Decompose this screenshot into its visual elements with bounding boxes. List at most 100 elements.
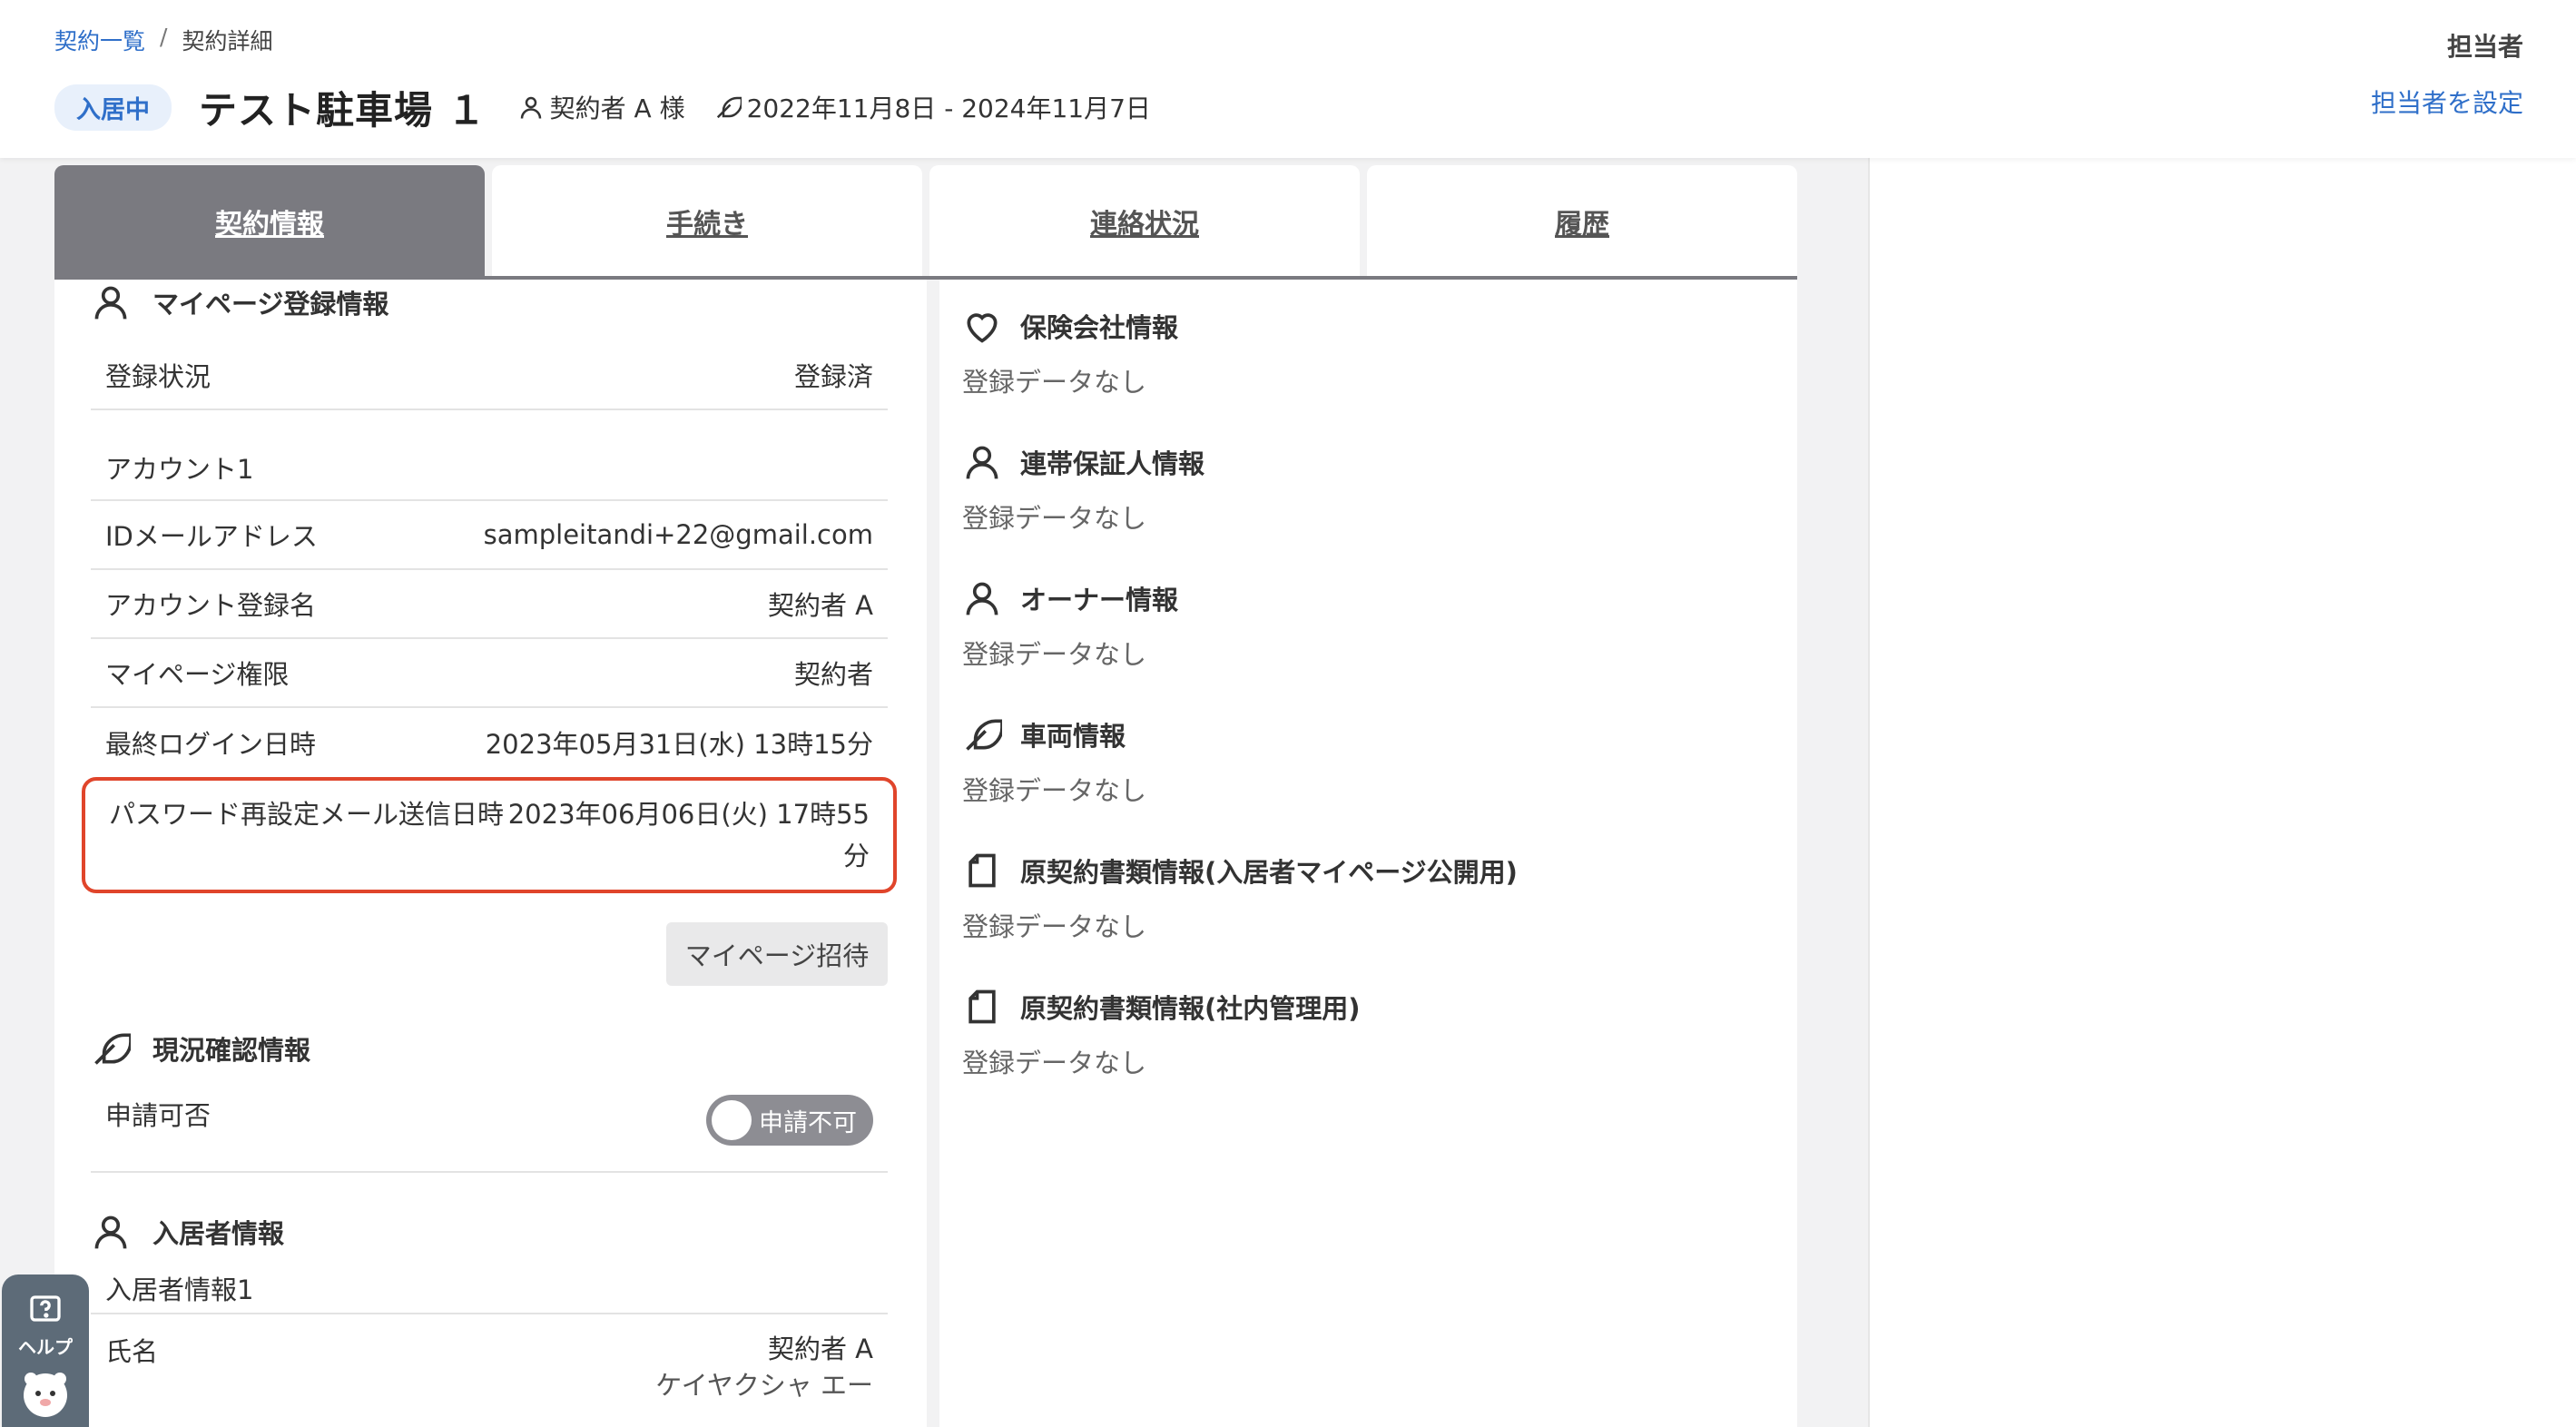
heart-icon [967,313,998,343]
help-widget[interactable]: ヘルプ [2,1274,89,1427]
empty-text: 登録データなし [962,1048,1147,1078]
resident-name-value: 契約者 A [767,1334,873,1364]
guarantor-title: 連帯保証人情報 [1020,448,1205,479]
contract-period: 2022年11月8日 - 2024年11月7日 [746,93,1151,123]
last-login-value: 2023年05月31日(水) 13時15分 [485,729,873,760]
guarantor-section-header: 連帯保証人情報 [962,439,1761,485]
tab-contract-info[interactable]: 契約情報 [54,165,485,278]
status-check-section-header: 現況確認情報 [91,1026,888,1071]
permission-label: マイページ権限 [105,659,290,690]
resident-name-label: 氏名 [105,1336,159,1367]
side-panel [1868,158,2576,1427]
owner-title: オーナー情報 [1020,585,1179,615]
insurance-section: 保険会社情報 登録データなし [962,303,1761,399]
resident-name-row: 氏名 契約者 A ケイヤクシャ エー [91,1314,888,1401]
guarantor-section: 連帯保証人情報 登録データなし [962,439,1761,536]
page-title: テスト駐車場 １ [199,87,487,133]
breadcrumb-current: 契約詳細 [182,28,273,54]
contractor-name: 契約者 A 様 [549,93,685,123]
empty-text: 登録データなし [962,503,1147,534]
resident-subheading: 入居者情報1 [91,1255,888,1314]
mypage-section-title: マイページ登録情報 [152,289,389,320]
document-icon [968,853,996,888]
vehicle-section: 車両情報 登録データなし [962,712,1761,808]
resident-section-title: 入居者情報 [152,1218,285,1249]
account-heading: アカウント1 [91,410,888,501]
status-badge: 入居中 [54,84,172,131]
mypage-invite-button[interactable]: マイページ招待 [666,922,888,986]
email-value: sampleitandi+22@gmail.com [483,519,873,550]
title-row: 入居中 テスト駐車場 １ 契約者 A 様 2022年11月8日 - 2024年1… [54,80,1180,134]
left-column: マイページ登録情報 登録状況 登録済 アカウント1 IDメールアドレス samp… [82,280,897,1401]
empty-text: 登録データなし [962,639,1147,670]
original-docs-public-section: 原契約書類情報(入居者マイページ公開用) 登録データなし [962,848,1761,944]
password-reset-value: 2023年06月06日(火) 17時55分 [507,799,870,871]
person-icon [520,96,541,119]
insurance-title: 保険会社情報 [1020,312,1179,343]
feather-icon [94,1033,131,1065]
original-docs-public-header: 原契約書類情報(入居者マイページ公開用) [962,848,1761,893]
person-icon [94,286,127,320]
account-name-value: 契約者 A [767,590,873,621]
toggle-knob [712,1100,752,1140]
table-row: アカウント登録名 契約者 A [91,570,888,639]
owner-section-header: オーナー情報 [962,576,1761,621]
password-reset-row: パスワード再設定メール送信日時 2023年06月06日(火) 17時55分 [82,777,897,893]
original-docs-public-title: 原契約書類情報(入居者マイページ公開用) [1020,857,1518,888]
empty-text: 登録データなし [962,911,1147,942]
vehicle-section-header: 車両情報 [962,712,1761,757]
toggle-label: 申請不可 [759,1108,857,1137]
person-icon [966,582,998,615]
feather-icon [716,96,742,119]
original-docs-internal-section: 原契約書類情報(社内管理用) 登録データなし [962,984,1761,1080]
empty-text: 登録データなし [962,367,1147,398]
account-name-label: アカウント登録名 [105,590,317,621]
right-column: 保険会社情報 登録データなし 連帯保証人情報 登録データなし オーナー情報 登録… [962,280,1761,1080]
tab-bar: 契約情報 手続き 連絡状況 履歴 [54,165,1797,278]
feather-icon [966,719,1002,751]
vehicle-title: 車両情報 [1020,721,1126,752]
contractor-meta: 契約者 A 様 [517,89,685,125]
tab-procedures[interactable]: 手続き [492,165,922,278]
person-icon [966,446,998,479]
apply-availability-toggle[interactable]: 申請不可 [706,1095,873,1146]
tab-content: マイページ登録情報 登録状況 登録済 アカウント1 IDメールアドレス samp… [54,280,1797,1427]
mypage-section-header: マイページ登録情報 [91,280,888,325]
help-label: ヘルプ [18,1336,73,1358]
empty-text: 登録データなし [962,775,1147,806]
resident-kana-value: ケイヤクシャ エー [655,1370,873,1401]
apply-availability-row: 申請可否 申請不可 [91,1082,888,1173]
registration-status-value: 登録済 [793,361,873,392]
question-icon [30,1295,61,1322]
document-icon [968,989,996,1024]
breadcrumb: 契約一覧 / 契約詳細 [54,24,272,56]
apply-availability-label: 申請可否 [105,1100,211,1131]
person-icon [94,1215,127,1249]
registration-status-row: 登録状況 登録済 [91,341,888,410]
breadcrumb-separator: / [160,24,168,50]
period-meta: 2022年11月8日 - 2024年11月7日 [714,89,1151,125]
page-header: 契約一覧 / 契約詳細 入居中 テスト駐車場 １ 契約者 A 様 2022年11… [0,0,2576,158]
tab-contact-status[interactable]: 連絡状況 [929,165,1360,278]
password-reset-label: パスワード再設定メール送信日時 [109,799,505,830]
insurance-section-header: 保険会社情報 [962,303,1761,349]
set-assignee-link[interactable]: 担当者を設定 [2371,84,2523,120]
column-divider [927,280,939,1427]
mascot-icon [24,1373,67,1417]
email-label: IDメールアドレス [105,521,318,552]
permission-value: 契約者 [793,659,873,690]
resident-section-header: 入居者情報 [91,1209,888,1255]
last-login-label: 最終ログイン日時 [105,729,317,760]
status-check-section-title: 現況確認情報 [152,1035,311,1066]
original-docs-internal-title: 原契約書類情報(社内管理用) [1020,993,1361,1024]
table-row: マイページ権限 契約者 [91,639,888,708]
tab-history[interactable]: 履歴 [1367,165,1797,278]
table-row: 最終ログイン日時 2023年05月31日(水) 13時15分 [91,708,888,777]
table-row: IDメールアドレス sampleitandi+22@gmail.com [91,501,888,570]
contract-detail-page: 契約一覧 / 契約詳細 入居中 テスト駐車場 １ 契約者 A 様 2022年11… [0,0,2576,1427]
owner-section: オーナー情報 登録データなし [962,576,1761,672]
registration-status-label: 登録状況 [105,361,211,392]
original-docs-internal-header: 原契約書類情報(社内管理用) [962,984,1761,1029]
assignee-label: 担当者 [2446,32,2523,62]
breadcrumb-link-contracts[interactable]: 契約一覧 [54,24,145,56]
